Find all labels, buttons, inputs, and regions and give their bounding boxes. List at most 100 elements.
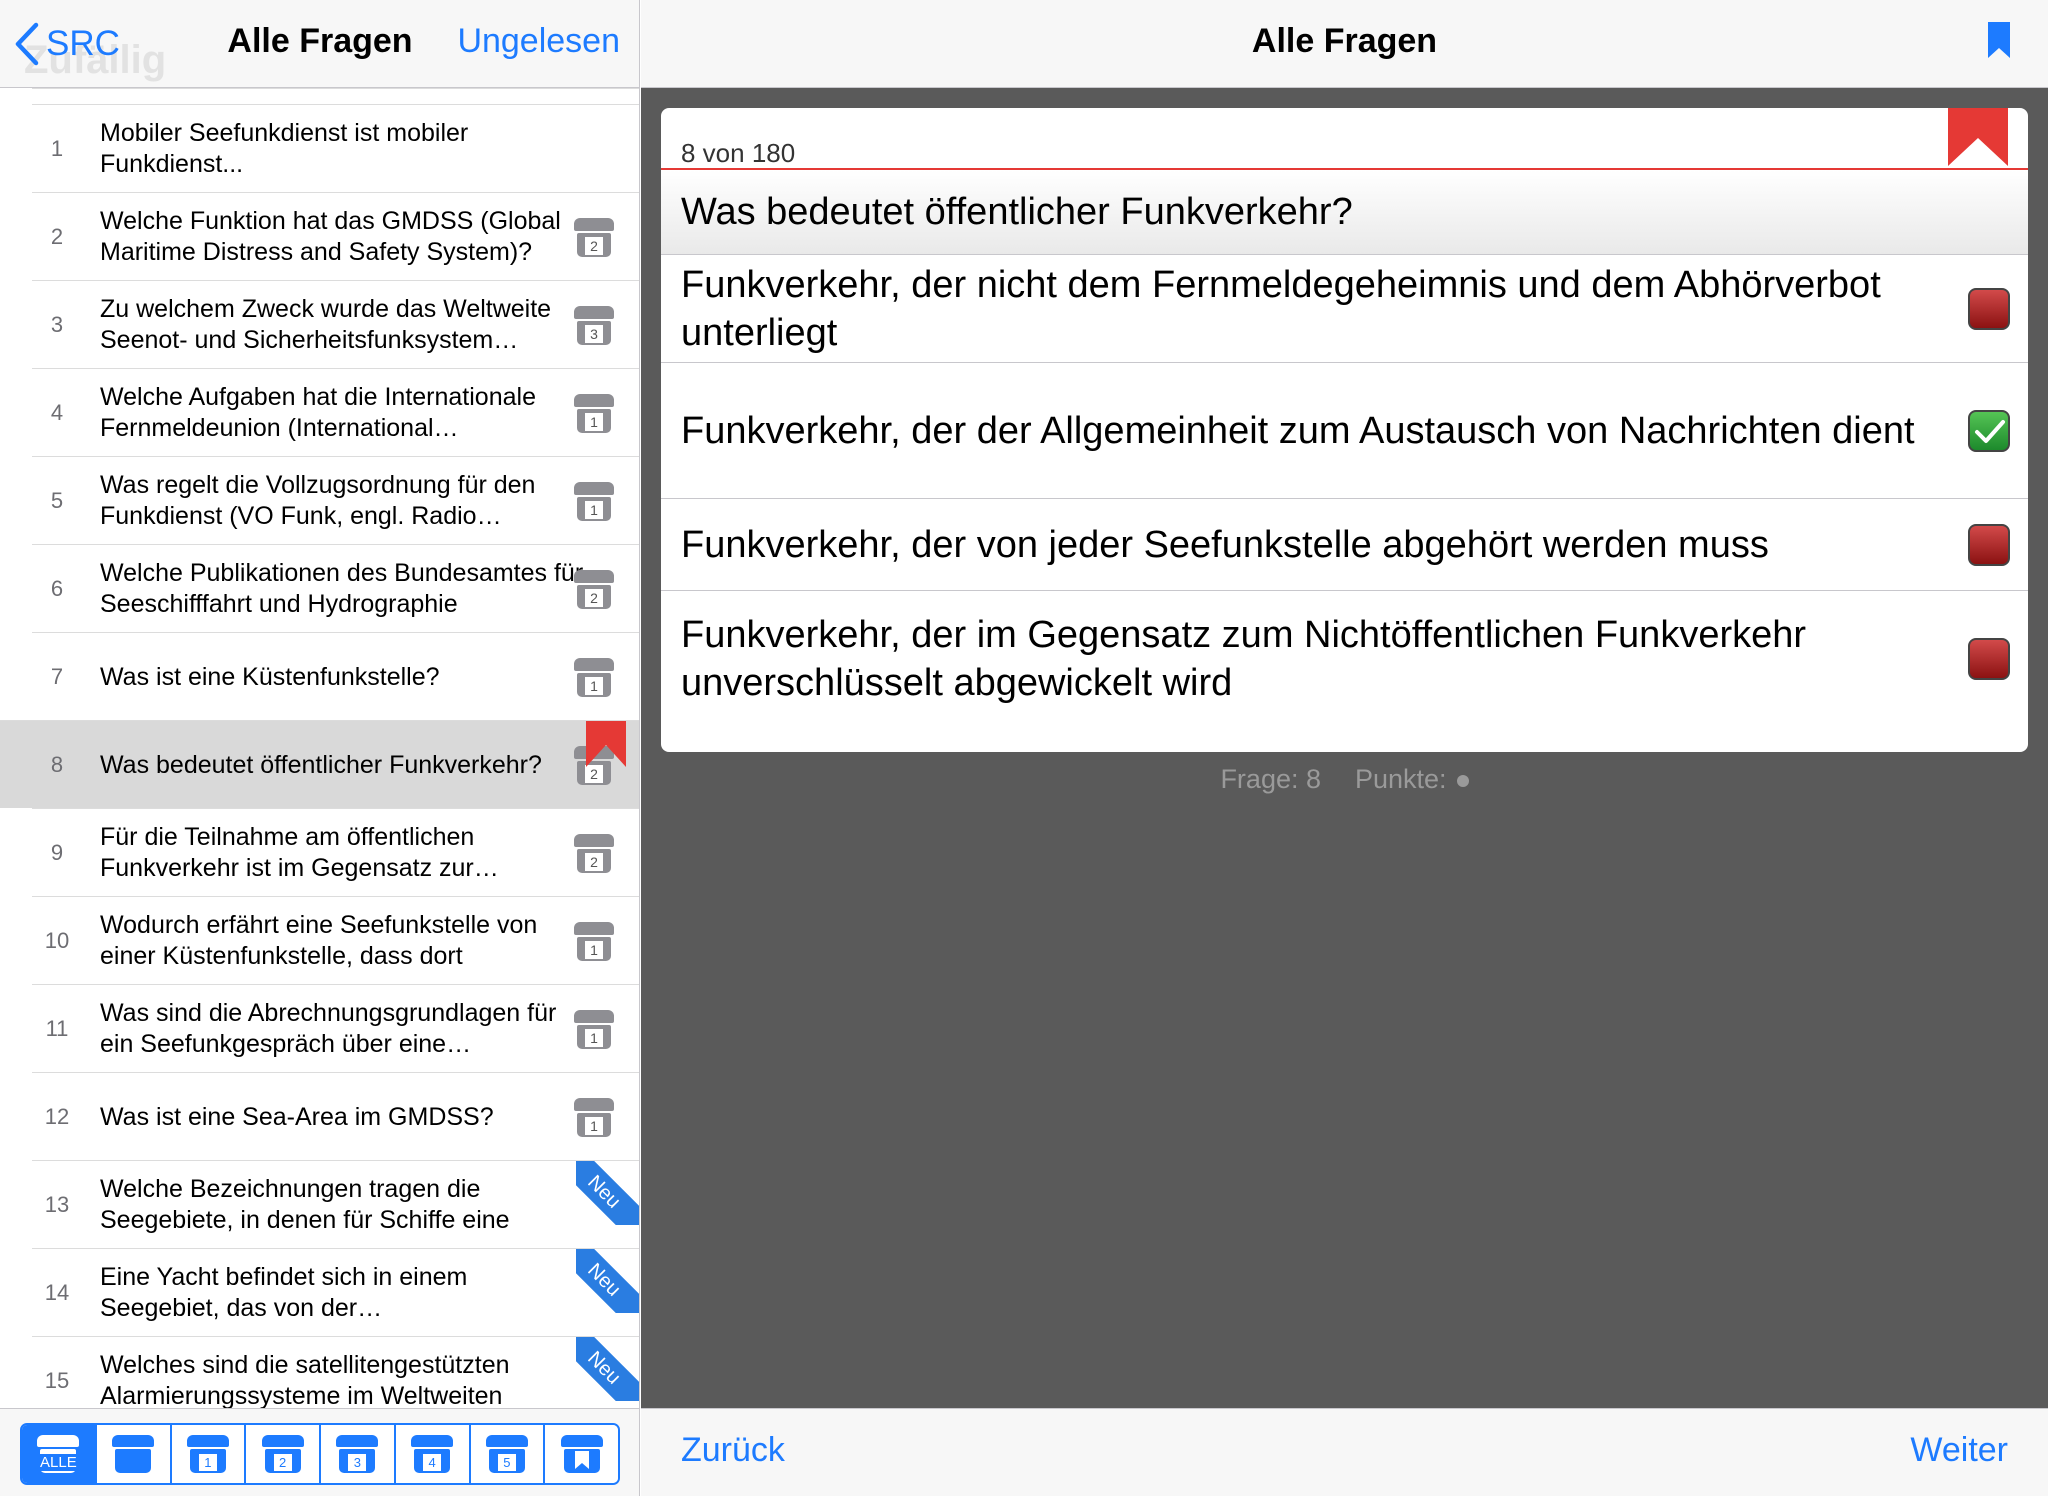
answer-text: Funkverkehr, der nicht dem Fernmeldegehe… (681, 264, 1881, 354)
question-row[interactable]: 12 Was ist eine Sea-Area im GMDSS? 1 (32, 1072, 639, 1160)
left-navigation-bar: Zufällig SRC Alle Fragen Ungelesen (0, 0, 639, 88)
question-preview-text: Zu welchem Zweck wurde das Weltweite See… (100, 295, 552, 354)
filter-tab-1[interactable]: 1 (171, 1425, 247, 1483)
learning-box-level: 2 (585, 237, 603, 255)
learning-box-level: 1 (585, 413, 603, 431)
question-preview-text: Welche Funktion hat das GMDSS (Global Ma… (100, 207, 561, 266)
bottom-toolbar: Zurück Weiter (641, 1408, 2048, 1496)
question-counter: 8 von 180 (681, 138, 796, 168)
bookmark-mini-icon (574, 1451, 589, 1469)
filter-tab-5[interactable]: 5 (470, 1425, 546, 1483)
bookmark-icon[interactable] (1988, 22, 2010, 58)
question-number: 7 (50, 664, 64, 689)
red-flag-icon[interactable] (1948, 108, 2008, 166)
new-ribbon: Neu (576, 1161, 639, 1225)
box-icon (112, 1435, 155, 1473)
learning-box-level: 2 (585, 765, 603, 783)
question-number: 15 (44, 1368, 70, 1393)
question-number: 3 (50, 312, 64, 337)
question-number: 5 (50, 488, 64, 513)
learning-box-level: 2 (585, 853, 603, 871)
learning-box-icon: 1 (574, 482, 614, 522)
answer-text: Funkverkehr, der von jeder Seefunkstelle… (681, 523, 1769, 566)
learning-box-icon: 2 (574, 570, 614, 610)
question-preview-text: Was ist eine Küstenfunkstelle? (100, 662, 440, 691)
correct-checkbox-icon[interactable] (1968, 409, 2010, 452)
answer-option[interactable]: Funkverkehr, der der Allgemeinheit zum A… (661, 363, 2028, 499)
new-badge-label: Neu (576, 1337, 639, 1401)
filter-tab-4[interactable]: 4 (395, 1425, 471, 1483)
learning-box-level: 2 (585, 589, 603, 607)
box-5-icon: 5 (485, 1435, 528, 1473)
question-number: 6 (50, 576, 64, 601)
learning-box-icon: 3 (574, 306, 614, 346)
status-line: Frage: 8 Punkte: (641, 764, 2048, 795)
question-row[interactable]: 3 Zu welchem Zweck wurde das Weltweite Se… (32, 280, 639, 368)
filter-tab-label: 1 (198, 1454, 217, 1471)
learning-box-icon: 1 (574, 1010, 614, 1050)
learning-box-icon: 2 (574, 218, 614, 258)
question-row[interactable]: 2 Welche Funktion hat das GMDSS (Global M… (32, 192, 639, 280)
question-text: Was bedeutet öffentlicher Funkverkehr? (661, 170, 2028, 255)
wrong-checkbox-icon[interactable] (1968, 638, 2010, 680)
question-preview-text: Was ist eine Sea-Area im GMDSS? (100, 1102, 494, 1131)
question-row[interactable]: 8 Was bedeutet öffentlicher Funkverkehr? 2 (0, 720, 639, 808)
question-number-status: Frage: 8 (1220, 764, 1321, 794)
question-row[interactable]: 15 Welches sind die satellitengestützten … (32, 1336, 639, 1408)
question-row[interactable]: 7 Was ist eine Küstenfunkstelle? 1 (32, 632, 639, 720)
filter-tab-alle[interactable]: ALLE (22, 1425, 97, 1483)
question-row[interactable]: 1 Mobiler Seefunkdienst ist mobiler Funkd… (32, 104, 639, 192)
box-1-icon: 1 (186, 1435, 229, 1473)
learning-box-level: 3 (585, 325, 603, 343)
filter-tab-label: 5 (497, 1454, 516, 1471)
all-box-icon: ALLE (37, 1435, 80, 1473)
new-badge-label: Neu (576, 1249, 639, 1313)
unread-button[interactable]: Ungelesen (457, 22, 620, 61)
filter-tab-2[interactable]: 2 (246, 1425, 321, 1483)
filter-tab-box[interactable] (96, 1425, 172, 1483)
answer-option[interactable]: Funkverkehr, der von jeder Seefunkstelle… (661, 499, 2028, 591)
filter-tab-3[interactable]: 3 (321, 1425, 396, 1483)
question-number: 14 (44, 1280, 70, 1305)
previous-button[interactable]: Zurück (681, 1431, 785, 1470)
back-button[interactable]: SRC (14, 20, 120, 68)
question-number: 1 (50, 136, 64, 161)
chevron-left-icon (15, 22, 39, 66)
question-row[interactable]: 6 Welche Publikationen des Bundesamtes fü… (32, 544, 639, 632)
points-dot-icon (1456, 774, 1469, 787)
question-list-pane: Zufällig SRC Alle Fragen Ungelesen 1 Mobi… (0, 0, 640, 1496)
back-button-label: SRC (46, 24, 120, 63)
filter-tab-label: 4 (423, 1454, 442, 1471)
learning-box-level: 1 (585, 1029, 603, 1047)
points-status: Punkte: (1355, 764, 1447, 794)
learning-box-level: 1 (585, 677, 603, 695)
learning-box-icon: 2 (574, 834, 614, 874)
question-preview-text: Für die Teilnahme am öffentlichen Funkve… (100, 823, 475, 882)
question-row[interactable]: 5 Was regelt die Vollzugsordnung für den … (32, 456, 639, 544)
new-ribbon: Neu (576, 1337, 639, 1401)
filter-tab-bookmark-box[interactable] (545, 1425, 618, 1483)
learning-box-level: 1 (585, 1117, 603, 1135)
new-badge-label: Neu (576, 1161, 639, 1225)
question-preview-text: Eine Yacht befindet sich in einem Seegeb… (100, 1263, 468, 1322)
answer-option[interactable]: Funkverkehr, der im Gegensatz zum Nichtö… (661, 591, 2028, 727)
question-row[interactable]: 14 Eine Yacht befindet sich in einem Seeg… (32, 1248, 639, 1336)
question-number: 4 (50, 400, 64, 425)
list-top-spacer (32, 88, 639, 104)
question-row[interactable]: 10 Wodurch erfährt eine Seefunkstelle von… (32, 896, 639, 984)
question-preview-text: Was sind die Abrechnungsgrundlagen für e… (100, 999, 557, 1058)
learning-box-icon: 1 (574, 922, 614, 962)
next-button[interactable]: Weiter (1910, 1431, 2008, 1470)
question-number: 2 (50, 224, 64, 249)
answer-option[interactable]: Funkverkehr, der nicht dem Fernmeldegehe… (661, 256, 2028, 363)
question-row[interactable]: 4 Welche Aufgaben hat die Internationale … (32, 368, 639, 456)
wrong-checkbox-icon[interactable] (1968, 523, 2010, 566)
box-filter-segmented-control: ALLE 1 2 3 4 5 (20, 1423, 620, 1485)
filter-tab-label: 3 (348, 1454, 367, 1471)
answer-text: Funkverkehr, der der Allgemeinheit zum A… (681, 409, 1915, 452)
wrong-checkbox-icon[interactable] (1968, 288, 2010, 330)
list-title: Alle Fragen (227, 22, 413, 60)
question-row[interactable]: 13 Welche Bezeichnungen tragen die Seegeb… (32, 1160, 639, 1248)
question-row[interactable]: 9 Für die Teilnahme am öffentlichen Funkv… (32, 808, 639, 896)
question-row[interactable]: 11 Was sind die Abrechnungsgrundlagen für… (32, 984, 639, 1072)
